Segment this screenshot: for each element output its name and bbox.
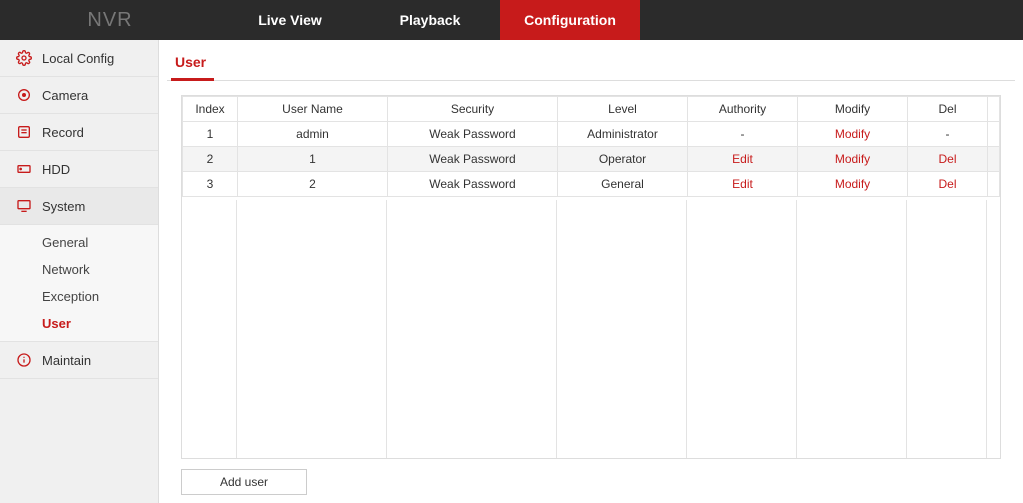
th-del: Del <box>908 97 988 122</box>
th-level: Level <box>558 97 688 122</box>
hdd-icon <box>14 161 34 177</box>
sidebar-item-label: Maintain <box>42 353 91 368</box>
brand-logo: NVR <box>0 0 220 40</box>
page-title: User <box>171 50 214 81</box>
th-modify: Modify <box>798 97 908 122</box>
cell-del: - <box>908 122 988 147</box>
cell-authority[interactable]: Edit <box>688 172 798 197</box>
table-grid-fill <box>182 200 1000 458</box>
cell-del[interactable]: Del <box>908 147 988 172</box>
cell-del[interactable]: Del <box>908 172 988 197</box>
sidebar-sub-user[interactable]: User <box>0 310 158 337</box>
sidebar-item-record[interactable]: Record <box>0 114 158 151</box>
nav-live-view[interactable]: Live View <box>220 0 360 40</box>
sidebar-item-label: Record <box>42 125 84 140</box>
content-area: User Index User Name Security Level Auth… <box>159 40 1023 503</box>
cell-modify[interactable]: Modify <box>798 147 908 172</box>
cell-index: 2 <box>183 147 238 172</box>
sidebar-item-maintain[interactable]: Maintain <box>0 342 158 379</box>
cell-spacer <box>988 172 1000 197</box>
cell-modify[interactable]: Modify <box>798 172 908 197</box>
cell-security: Weak Password <box>388 172 558 197</box>
camera-icon <box>14 87 34 103</box>
sidebar-sub-network[interactable]: Network <box>0 256 158 283</box>
cell-spacer <box>988 122 1000 147</box>
cell-security: Weak Password <box>388 122 558 147</box>
sidebar-item-local-config[interactable]: Local Config <box>0 40 158 77</box>
top-nav: Live View Playback Configuration <box>220 0 640 40</box>
cell-authority[interactable]: Edit <box>688 147 798 172</box>
sidebar: Local Config Camera Record HDD System <box>0 40 159 503</box>
table-row[interactable]: 1adminWeak PasswordAdministrator-Modify- <box>183 122 1000 147</box>
nav-playback[interactable]: Playback <box>360 0 500 40</box>
sidebar-item-hdd[interactable]: HDD <box>0 151 158 188</box>
th-index: Index <box>183 97 238 122</box>
cell-level: Administrator <box>558 122 688 147</box>
cell-security: Weak Password <box>388 147 558 172</box>
cell-modify[interactable]: Modify <box>798 122 908 147</box>
sidebar-item-label: Local Config <box>42 51 114 66</box>
cell-username: 1 <box>238 147 388 172</box>
sidebar-sub-exception[interactable]: Exception <box>0 283 158 310</box>
gear-icon <box>14 50 34 66</box>
user-table: Index User Name Security Level Authority… <box>182 96 1000 197</box>
sidebar-item-system[interactable]: System <box>0 188 158 225</box>
page-title-wrap: User <box>167 48 1015 81</box>
cell-level: Operator <box>558 147 688 172</box>
cell-index: 1 <box>183 122 238 147</box>
table-row[interactable]: 32Weak PasswordGeneralEditModifyDel <box>183 172 1000 197</box>
cell-username: 2 <box>238 172 388 197</box>
sidebar-item-camera[interactable]: Camera <box>0 77 158 114</box>
cell-spacer <box>988 147 1000 172</box>
user-table-wrap: Index User Name Security Level Authority… <box>181 95 1001 459</box>
sidebar-sub-general[interactable]: General <box>0 229 158 256</box>
sidebar-system-submenu: General Network Exception User <box>0 225 158 342</box>
cell-index: 3 <box>183 172 238 197</box>
cell-username: admin <box>238 122 388 147</box>
th-authority: Authority <box>688 97 798 122</box>
add-user-button[interactable]: Add user <box>181 469 307 495</box>
th-security: Security <box>388 97 558 122</box>
sidebar-item-label: System <box>42 199 85 214</box>
record-icon <box>14 124 34 140</box>
th-spacer <box>988 97 1000 122</box>
cell-level: General <box>558 172 688 197</box>
info-icon <box>14 352 34 368</box>
cell-authority: - <box>688 122 798 147</box>
nav-configuration[interactable]: Configuration <box>500 0 640 40</box>
table-row[interactable]: 21Weak PasswordOperatorEditModifyDel <box>183 147 1000 172</box>
sidebar-item-label: Camera <box>42 88 88 103</box>
monitor-icon <box>14 198 34 214</box>
sidebar-item-label: HDD <box>42 162 70 177</box>
table-header-row: Index User Name Security Level Authority… <box>183 97 1000 122</box>
th-username: User Name <box>238 97 388 122</box>
